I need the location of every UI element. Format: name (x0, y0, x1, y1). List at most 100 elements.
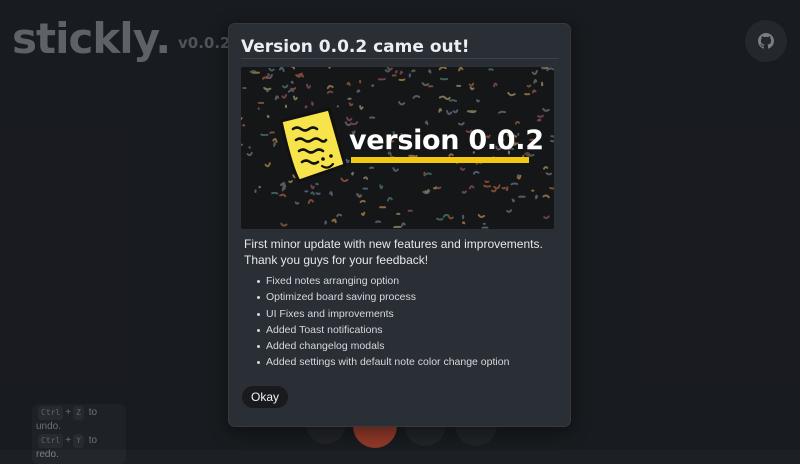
confetti-piece (543, 195, 549, 197)
title-divider (241, 58, 559, 59)
confetti-piece (291, 88, 295, 89)
confetti-piece (330, 192, 332, 195)
confetti-piece (536, 196, 537, 199)
confetti-piece (296, 202, 299, 203)
confetti-piece (440, 67, 446, 69)
confetti-piece (550, 187, 554, 188)
confetti-piece (376, 222, 380, 223)
confetti-piece (317, 193, 320, 194)
changelog-modal: Version 0.0.2 came out! version 0.0.2 Fi… (228, 23, 571, 427)
confetti-piece (463, 222, 464, 223)
confetti-piece (312, 102, 313, 104)
confetti-piece (272, 193, 277, 194)
confetti-piece (329, 67, 330, 68)
confetti-piece (508, 93, 514, 95)
confetti-piece (551, 141, 554, 142)
confetti-piece (502, 188, 504, 189)
banner-version-text: version 0.0.2 (349, 125, 544, 156)
confetti-piece (241, 144, 242, 145)
confetti-piece (471, 88, 474, 90)
confetti-piece (364, 177, 367, 179)
confetti-piece (453, 110, 457, 112)
confetti-piece (474, 172, 479, 174)
confetti-piece (544, 167, 547, 169)
list-item: Added Toast notifications (266, 322, 509, 338)
confetti-piece (547, 68, 553, 70)
list-item: UI Fixes and improvements (266, 306, 509, 322)
confetti-piece (399, 79, 404, 80)
confetti-piece (538, 116, 543, 117)
confetti-piece (263, 77, 267, 78)
okay-button[interactable]: Okay (242, 386, 288, 408)
confetti-piece (347, 83, 349, 85)
confetti-piece (485, 181, 488, 182)
confetti-piece (494, 185, 499, 188)
confetti-piece (307, 85, 310, 88)
confetti-piece (401, 72, 402, 74)
confetti-piece (450, 100, 456, 101)
confetti-piece (289, 90, 293, 91)
confetti-piece (551, 136, 554, 137)
confetti-piece (547, 173, 551, 174)
confetti-piece (470, 186, 474, 188)
confetti-piece (507, 210, 511, 212)
confetti-piece (325, 222, 326, 224)
list-item: Optimized board saving process (266, 289, 509, 305)
confetti-piece (449, 217, 453, 219)
modal-title: Version 0.0.2 came out! (241, 37, 469, 57)
confetti-piece (241, 117, 242, 119)
confetti-piece (494, 84, 497, 87)
confetti-piece (281, 223, 286, 225)
confetti-piece (534, 80, 536, 83)
sticky-note-icon (271, 107, 361, 187)
confetti-piece (484, 186, 490, 187)
confetti-piece (350, 103, 353, 105)
confetti-piece (429, 70, 430, 72)
confetti-piece (426, 122, 428, 125)
confetti-piece (361, 201, 365, 202)
confetti-piece (470, 84, 473, 86)
list-item: Fixed notes arranging option (266, 273, 509, 289)
banner-underline (351, 157, 529, 163)
confetti-piece (261, 135, 267, 136)
confetti-piece (447, 111, 451, 114)
confetti-piece (269, 69, 273, 71)
confetti-piece (388, 198, 392, 201)
confetti-piece (282, 95, 286, 98)
confetti-piece (380, 185, 382, 188)
confetti-piece (309, 200, 313, 203)
confetti-piece (396, 71, 397, 72)
list-item: Added changelog modals (266, 338, 509, 354)
confetti-piece (533, 90, 536, 92)
confetti-piece (463, 191, 466, 192)
confetti-piece (426, 173, 431, 174)
confetti-piece (283, 187, 285, 190)
confetti-piece (294, 97, 297, 100)
confetti-piece (402, 223, 405, 226)
confetti-piece (292, 82, 293, 83)
confetti-piece (513, 199, 515, 201)
confetti-piece (459, 68, 462, 70)
confetti-piece (372, 85, 373, 86)
confetti-piece (423, 83, 429, 85)
confetti-piece (544, 216, 549, 218)
confetti-piece (479, 215, 484, 217)
changes-list: Fixed notes arranging option Optimized b… (266, 273, 509, 371)
confetti-piece (268, 74, 269, 75)
confetti-piece (499, 112, 505, 113)
confetti-piece (266, 163, 270, 166)
confetti-piece (358, 90, 360, 92)
confetti-piece (439, 109, 441, 112)
confetti-piece (393, 168, 398, 171)
confetti-piece (276, 96, 278, 99)
confetti-piece (280, 68, 284, 71)
confetti-piece (489, 69, 492, 70)
confetti-piece (248, 153, 252, 155)
confetti-piece (399, 102, 404, 104)
confetti-piece (440, 97, 446, 99)
confetti-piece (293, 67, 295, 68)
confetti-piece (511, 184, 517, 185)
intro-line: Thank you guys for your feedback! (244, 252, 564, 268)
confetti-piece (280, 195, 285, 197)
confetti-piece (268, 116, 269, 117)
